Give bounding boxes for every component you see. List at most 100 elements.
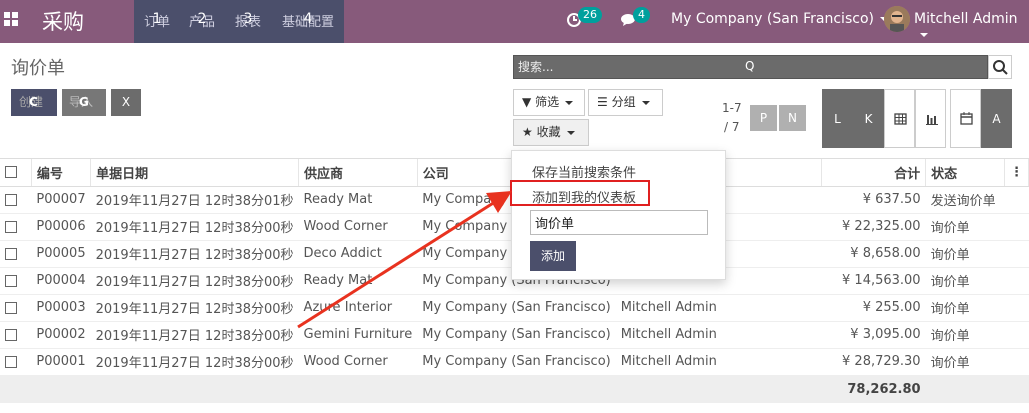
cell-date: 2019年11月27日 12时38分00秒 bbox=[90, 347, 299, 375]
cell-extra: Mitchell Admin bbox=[615, 347, 822, 375]
pivot-view-button[interactable] bbox=[884, 89, 915, 148]
menu-orders[interactable]: 订单 1 bbox=[144, 11, 170, 30]
list-view-button[interactable]: L bbox=[822, 89, 853, 148]
cell-state: 询价单 bbox=[925, 212, 1005, 240]
pager-prev-button[interactable]: P bbox=[750, 105, 777, 131]
search-icon bbox=[993, 60, 1008, 75]
cell-ref: P00006 bbox=[31, 212, 91, 240]
groupby-button[interactable]: ☰ 分组 bbox=[588, 89, 663, 116]
calendar-icon bbox=[960, 112, 973, 125]
row-checkbox[interactable] bbox=[5, 220, 17, 233]
cell-state: 询价单 bbox=[925, 266, 1005, 294]
row-checkbox[interactable] bbox=[5, 328, 17, 341]
search-shortcut-hint: Q bbox=[745, 59, 755, 73]
chevron-down-icon bbox=[566, 130, 575, 135]
cell-total: ¥ 28,729.30 bbox=[821, 347, 926, 375]
message-count-badge: 4 bbox=[633, 7, 650, 23]
column-header-state[interactable]: 状态 bbox=[925, 159, 1005, 187]
cell-ref: P00005 bbox=[31, 239, 91, 267]
cell-state: 询价单 bbox=[925, 239, 1005, 267]
add-dashboard-button[interactable]: 添加 bbox=[530, 241, 576, 271]
user-menu[interactable]: Mitchell Admin bbox=[914, 11, 1029, 43]
app-title: 采购 bbox=[42, 10, 84, 34]
cell-vendor: Wood Corner bbox=[298, 347, 418, 375]
cell-total: ¥ 22,325.00 bbox=[821, 212, 926, 240]
footer-total: 78,262.80 bbox=[821, 374, 926, 403]
import-button[interactable]: 导入 G bbox=[62, 89, 106, 116]
pager-total: / 7 bbox=[724, 120, 740, 134]
graph-icon bbox=[926, 115, 938, 125]
cell-ref: P00001 bbox=[31, 347, 91, 375]
select-all-checkbox[interactable] bbox=[5, 166, 17, 179]
cell-vendor: Azure Interior bbox=[298, 293, 418, 321]
cell-ref: P00007 bbox=[31, 185, 91, 213]
company-switcher[interactable]: My Company (San Francisco) bbox=[671, 11, 888, 27]
filter-icon: ▼ bbox=[522, 95, 532, 109]
column-header-vendor[interactable]: 供应商 bbox=[298, 159, 418, 187]
column-header-total[interactable]: 合计 bbox=[821, 159, 927, 187]
cell-total: ¥ 255.00 bbox=[821, 293, 926, 321]
cell-company: My Company (San Francisco) bbox=[417, 347, 616, 375]
avatar[interactable] bbox=[884, 6, 910, 32]
activity-count-badge: 26 bbox=[578, 7, 602, 23]
column-header-date[interactable]: 单据日期 bbox=[90, 159, 300, 187]
pivot-icon bbox=[894, 113, 907, 125]
cell-date: 2019年11月27日 12时38分00秒 bbox=[90, 293, 299, 321]
table-row[interactable]: P00003 2019年11月27日 12时38分00秒 Azure Inter… bbox=[0, 293, 1029, 321]
row-checkbox[interactable] bbox=[5, 355, 17, 368]
cell-state: 发送询价单 bbox=[925, 185, 1005, 213]
row-checkbox[interactable] bbox=[5, 274, 17, 287]
cell-state: 询价单 bbox=[925, 293, 1005, 321]
close-button[interactable]: X bbox=[111, 89, 141, 116]
row-checkbox[interactable] bbox=[5, 193, 17, 206]
cell-total: ¥ 14,563.00 bbox=[821, 266, 926, 294]
cell-total: ¥ 637.50 bbox=[821, 185, 926, 213]
favorites-button[interactable]: ★ 收藏 bbox=[513, 119, 589, 146]
cell-vendor: Deco Addict bbox=[298, 239, 418, 267]
graph-view-button[interactable] bbox=[915, 89, 946, 148]
calendar-view-button[interactable] bbox=[950, 89, 981, 148]
cell-vendor: Wood Corner bbox=[298, 212, 418, 240]
cell-vendor: Gemini Furniture bbox=[298, 320, 418, 348]
menu-products[interactable]: 产品 2 bbox=[189, 11, 215, 30]
cell-state: 询价单 bbox=[925, 320, 1005, 348]
control-panel: 询价单 创建 C 导入 G X Q ▼ 筛选 ☰ 分组 ★ 收藏 1-7 / 7… bbox=[0, 43, 1029, 159]
cell-vendor: Ready Mat bbox=[298, 266, 418, 294]
filter-button[interactable]: ▼ 筛选 bbox=[513, 89, 585, 116]
row-checkbox[interactable] bbox=[5, 247, 17, 260]
kanban-view-button[interactable]: K bbox=[853, 89, 884, 148]
cell-date: 2019年11月27日 12时38分01秒 bbox=[90, 185, 299, 213]
chevron-down-icon bbox=[565, 100, 574, 105]
table-row[interactable]: P00001 2019年11月27日 12时38分00秒 Wood Corner… bbox=[0, 347, 1029, 375]
cell-extra: Mitchell Admin bbox=[615, 293, 822, 321]
save-current-search-item[interactable]: 保存当前搜索条件 bbox=[532, 162, 636, 181]
column-header-ref[interactable]: 编号 bbox=[31, 159, 92, 187]
create-button[interactable]: 创建 C bbox=[11, 89, 57, 116]
column-options-icon[interactable]: ⋮ bbox=[1004, 159, 1029, 187]
top-navbar: 采购 订单 1 产品 2 报表 3 基础配置 4 26 4 My Company (Sa… bbox=[0, 0, 1029, 43]
chevron-down-icon bbox=[920, 33, 928, 37]
cell-total: ¥ 3,095.00 bbox=[821, 320, 926, 348]
pager-next-button[interactable]: N bbox=[779, 105, 806, 131]
cell-ref: P00004 bbox=[31, 266, 91, 294]
star-icon: ★ bbox=[522, 125, 533, 139]
highlight-box bbox=[510, 180, 650, 206]
cell-total: ¥ 8,658.00 bbox=[821, 239, 926, 267]
dashboard-name-input[interactable] bbox=[530, 210, 708, 235]
cell-extra: Mitchell Admin bbox=[615, 320, 822, 348]
chevron-down-icon bbox=[641, 100, 650, 105]
apps-menu-icon[interactable] bbox=[4, 12, 20, 28]
menu-configuration[interactable]: 基础配置 4 bbox=[282, 11, 334, 30]
group-icon: ☰ bbox=[597, 95, 608, 109]
pager-range[interactable]: 1-7 bbox=[722, 101, 742, 115]
cell-company: My Company (San Francisco) bbox=[417, 320, 616, 348]
cell-date: 2019年11月27日 12时38分00秒 bbox=[90, 212, 299, 240]
cell-date: 2019年11月27日 12时38分00秒 bbox=[90, 266, 299, 294]
cell-ref: P00003 bbox=[31, 293, 91, 321]
menu-reports[interactable]: 报表 3 bbox=[235, 11, 261, 30]
cell-ref: P00002 bbox=[31, 320, 91, 348]
row-checkbox[interactable] bbox=[5, 301, 17, 314]
table-row[interactable]: P00002 2019年11月27日 12时38分00秒 Gemini Furn… bbox=[0, 320, 1029, 348]
activity-view-button[interactable]: A bbox=[981, 89, 1012, 148]
search-button[interactable] bbox=[988, 55, 1012, 79]
